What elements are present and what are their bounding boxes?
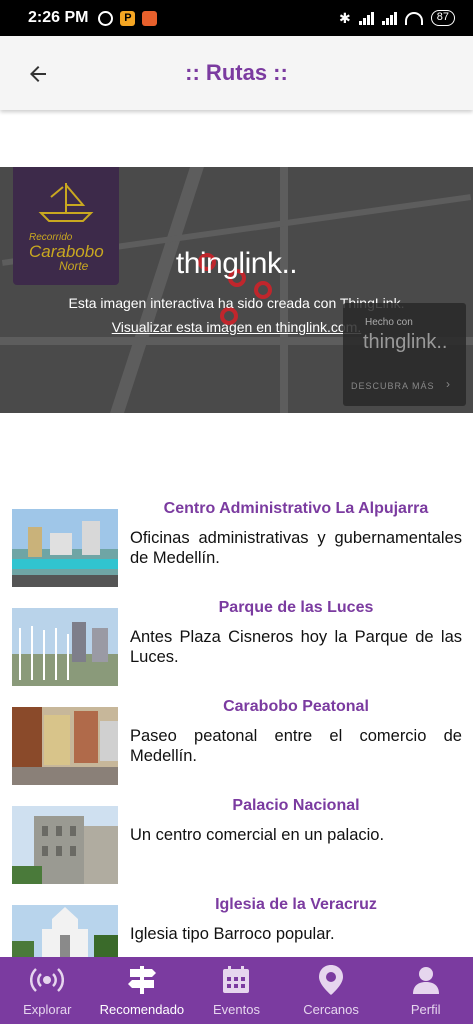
route-thumbnail [12,509,118,587]
route-name: Centro Administrativo La Alpujarra [163,500,429,517]
bluetooth-icon: ✱ [339,9,351,26]
map-road [110,167,204,413]
location-pin-icon [319,965,344,995]
nav-label: Recomendado [99,1002,185,1017]
calendar-icon [223,966,250,993]
system-icons: ✱ 87 [339,10,455,27]
nav-explorar[interactable]: Explorar [0,957,95,1024]
bottom-navigation: Explorar Recomendado Eventos Cercanos Pe… [0,957,473,1024]
route-name: Iglesia de la Veracruz [215,896,377,913]
nav-perfil[interactable]: Perfil [378,957,473,1024]
arrow-left-icon [30,66,46,82]
route-thumbnail [12,905,118,961]
route-thumbnail [12,608,118,686]
route-name: Palacio Nacional [232,797,360,814]
nav-label: Eventos [212,1002,260,1017]
thinglink-brand: thinglink.. [175,247,298,280]
badge-made-text: Hecho con [365,317,413,328]
signpost-icon [127,966,156,994]
app-bar: :: Rutas :: [0,36,473,110]
nav-eventos[interactable]: Eventos [189,957,284,1024]
thinglink-badge[interactable]: Hecho con thinglink.. DESCUBRA MÁS › [343,303,466,406]
route-description: Antes Plaza Cisneros hoy la Parque de la… [130,628,462,666]
list-item[interactable]: Palacio Nacional Un centro comercial en … [0,787,473,886]
back-button[interactable] [22,58,54,90]
signal-icon [358,11,374,25]
notification-icons: P [98,10,158,26]
wifi-icon [404,11,423,25]
status-bar: 2:26 PM P ✱ 87 [0,0,473,36]
nav-label: Perfil [410,1002,441,1017]
user-icon [412,967,439,994]
route-name: Parque de las Luces [218,599,374,616]
route-description: Paseo peatonal entre el comercio de Mede… [130,727,462,765]
badge-brand: thinglink.. [363,331,448,353]
ship-icon [38,183,94,222]
thinglink-map[interactable]: Recorrido Carabobo Norte thinglink.. Est… [0,167,473,413]
chevron-right-icon: › [446,377,450,391]
route-description: Oficinas administrativas y gubernamental… [130,529,462,567]
route-description: Iglesia tipo Barroco popular. [130,925,335,943]
nav-label: Cercanos [303,1002,359,1017]
broadcast-icon [30,968,65,992]
badge-discover-more[interactable]: DESCUBRA MÁS [351,381,435,391]
signal-icon-2 [381,11,397,25]
alarm-icon [98,10,114,26]
route-description: Un centro comercial en un palacio. [130,826,385,844]
app-notification-icon [142,10,158,26]
nav-cercanos[interactable]: Cercanos [284,957,379,1024]
parking-app-icon: P [120,10,136,26]
status-time: 2:26 PM [28,9,89,26]
route-thumbnail [12,806,118,884]
nav-label: Explorar [23,1002,72,1017]
route-name: Carabobo Peatonal [223,698,369,715]
nav-recomendado[interactable]: Recomendado [95,957,190,1024]
page-title: :: Rutas :: [185,60,288,85]
map-road [280,167,288,413]
list-item[interactable]: Centro Administrativo La Alpujarra Ofici… [0,490,473,589]
list-item[interactable]: Parque de las Luces Antes Plaza Cisneros… [0,589,473,688]
route-thumbnail [12,707,118,785]
list-item[interactable]: Carabobo Peatonal Paseo peatonal entre e… [0,688,473,787]
battery-icon: 87 [430,10,455,26]
